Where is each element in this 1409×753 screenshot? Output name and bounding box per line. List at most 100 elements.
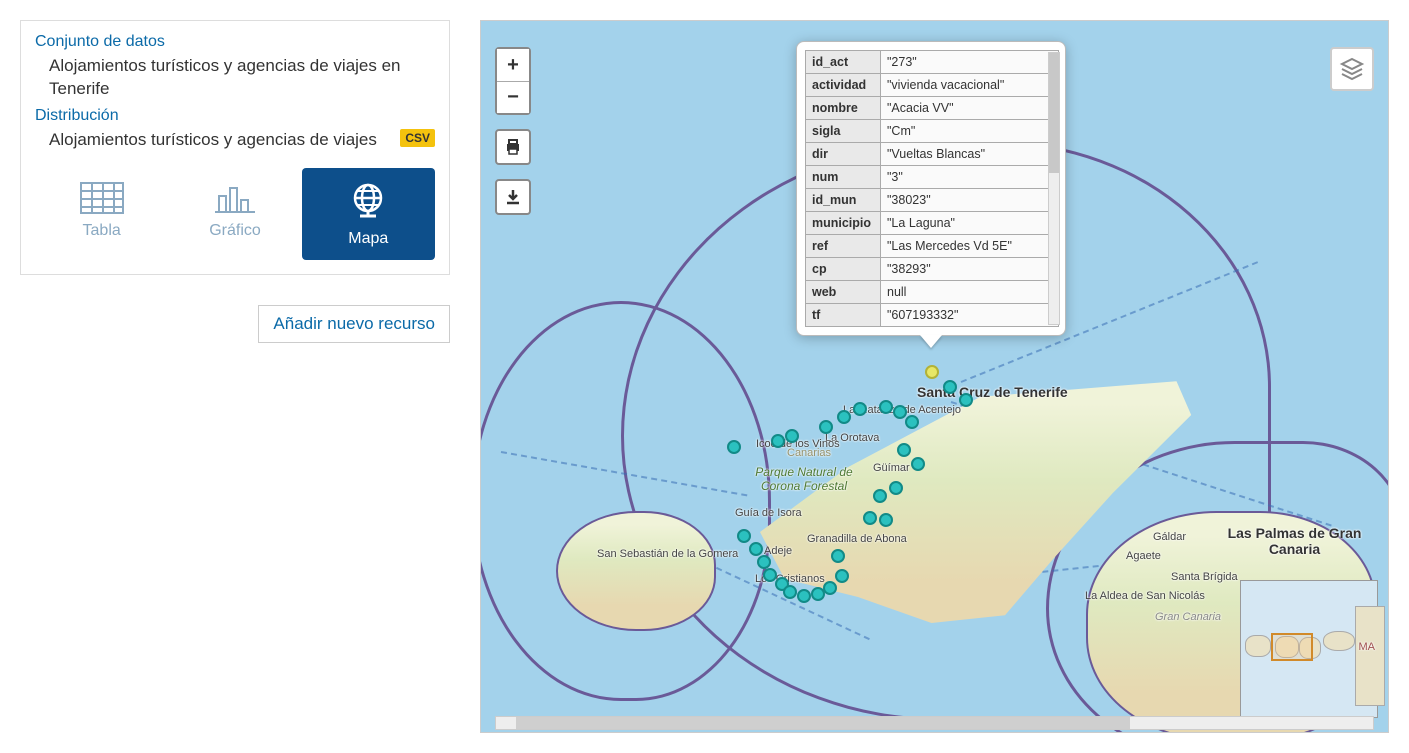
- dataset-title: Alojamientos turísticos y agencias de vi…: [49, 55, 435, 101]
- map-marker[interactable]: [831, 549, 845, 563]
- popup-row: nombre"Acacia VV": [806, 97, 1059, 120]
- view-tabs: Tabla Gráfico Mapa: [35, 168, 435, 260]
- popup-row: num"3": [806, 166, 1059, 189]
- popup-scroll-thumb[interactable]: [1049, 53, 1059, 173]
- globe-icon: [348, 182, 388, 222]
- distribution-section-label: Distribución: [35, 107, 435, 125]
- popup-key: cp: [806, 258, 881, 281]
- map-marker[interactable]: [959, 393, 973, 407]
- distribution-title: Alojamientos turísticos y agencias de vi…: [49, 129, 435, 152]
- dataset-section-label: Conjunto de datos: [35, 33, 435, 51]
- map-marker[interactable]: [873, 489, 887, 503]
- tab-table-label: Tabla: [83, 222, 121, 239]
- map-marker[interactable]: [771, 434, 785, 448]
- layers-icon: [1339, 56, 1365, 82]
- popup-row: ref"Las Mercedes Vd 5E": [806, 235, 1059, 258]
- tab-chart-label: Gráfico: [209, 222, 261, 239]
- map-popup: × id_act"273"actividad"vivienda vacacion…: [796, 41, 1066, 336]
- zoom-out-button[interactable]: −: [497, 81, 529, 113]
- popup-value: "273": [881, 51, 1059, 74]
- zoom-control: + −: [495, 47, 531, 115]
- map-marker[interactable]: [837, 410, 851, 424]
- popup-key: id_mun: [806, 189, 881, 212]
- zoom-in-button[interactable]: +: [497, 49, 529, 81]
- popup-key: num: [806, 166, 881, 189]
- distribution-section-label-text: Distribución: [35, 107, 119, 124]
- map-marker[interactable]: [785, 429, 799, 443]
- popup-value: "vivienda vacacional": [881, 74, 1059, 97]
- map-marker[interactable]: [925, 365, 939, 379]
- tab-chart[interactable]: Gráfico: [168, 168, 301, 260]
- dataset-card: Conjunto de datos Alojamientos turístico…: [20, 20, 450, 275]
- tab-table[interactable]: Tabla: [35, 168, 168, 260]
- layers-button[interactable]: [1330, 47, 1374, 91]
- map-marker[interactable]: [879, 400, 893, 414]
- map-marker[interactable]: [835, 569, 849, 583]
- map-marker[interactable]: [757, 555, 771, 569]
- popup-key: nombre: [806, 97, 881, 120]
- map-marker[interactable]: [889, 481, 903, 495]
- popup-row: dir"Vueltas Blancas": [806, 143, 1059, 166]
- popup-value: "3": [881, 166, 1059, 189]
- popup-scrollbar[interactable]: [1048, 52, 1060, 325]
- minimap-coast: [1355, 606, 1385, 706]
- print-icon: [504, 138, 522, 156]
- popup-value: "Vueltas Blancas": [881, 143, 1059, 166]
- minimap-viewport[interactable]: [1271, 633, 1313, 661]
- popup-value: "38023": [881, 189, 1059, 212]
- popup-key: sigla: [806, 120, 881, 143]
- map-marker[interactable]: [783, 585, 797, 599]
- map-marker[interactable]: [943, 380, 957, 394]
- popup-value: "Cm": [881, 120, 1059, 143]
- map-marker[interactable]: [863, 511, 877, 525]
- popup-value: "38293": [881, 258, 1059, 281]
- download-icon: [504, 188, 522, 206]
- island-la-gomera: [556, 511, 716, 631]
- sidebar: Conjunto de datos Alojamientos turístico…: [20, 20, 450, 733]
- popup-row: id_act"273": [806, 51, 1059, 74]
- map-marker[interactable]: [853, 402, 867, 416]
- chart-icon: [213, 182, 257, 214]
- map-marker[interactable]: [911, 457, 925, 471]
- map-marker[interactable]: [893, 405, 907, 419]
- popup-key: municipio: [806, 212, 881, 235]
- dataset-section-label-text: Conjunto de datos: [35, 33, 165, 50]
- popup-row: sigla"Cm": [806, 120, 1059, 143]
- tab-map-label: Mapa: [348, 230, 388, 247]
- map-marker[interactable]: [749, 542, 763, 556]
- map-marker[interactable]: [737, 529, 751, 543]
- map-marker[interactable]: [879, 513, 893, 527]
- map-marker[interactable]: [905, 415, 919, 429]
- popup-row: tf"607193332": [806, 304, 1059, 327]
- map-viewport[interactable]: Santa Cruz de Tenerife La Matanza de Ace…: [480, 20, 1389, 733]
- popup-key: actividad: [806, 74, 881, 97]
- distribution-row: CSV Alojamientos turísticos y agencias d…: [35, 129, 435, 152]
- popup-value: "Las Mercedes Vd 5E": [881, 235, 1059, 258]
- map-horizontal-scrollbar[interactable]: [495, 716, 1374, 730]
- map-scroll-thumb[interactable]: [516, 717, 1130, 729]
- map-marker[interactable]: [897, 443, 911, 457]
- popup-value: "Acacia VV": [881, 97, 1059, 120]
- popup-key: tf: [806, 304, 881, 327]
- tab-map[interactable]: Mapa: [302, 168, 435, 260]
- print-button[interactable]: [495, 129, 531, 165]
- popup-key: web: [806, 281, 881, 304]
- map-marker[interactable]: [727, 440, 741, 454]
- popup-key: dir: [806, 143, 881, 166]
- popup-tip: [920, 335, 942, 348]
- popup-key: id_act: [806, 51, 881, 74]
- map-marker[interactable]: [819, 420, 833, 434]
- minimap-island: [1323, 631, 1355, 651]
- map-marker[interactable]: [823, 581, 837, 595]
- popup-row: webnull: [806, 281, 1059, 304]
- add-resource-button[interactable]: Añadir nuevo recurso: [258, 305, 450, 343]
- popup-row: actividad"vivienda vacacional": [806, 74, 1059, 97]
- map-marker[interactable]: [797, 589, 811, 603]
- popup-value: "La Laguna": [881, 212, 1059, 235]
- popup-row: municipio"La Laguna": [806, 212, 1059, 235]
- download-button[interactable]: [495, 179, 531, 215]
- popup-row: id_mun"38023": [806, 189, 1059, 212]
- map-controls: + −: [495, 47, 531, 215]
- minimap-island: [1245, 635, 1271, 657]
- minimap[interactable]: MA: [1240, 580, 1378, 718]
